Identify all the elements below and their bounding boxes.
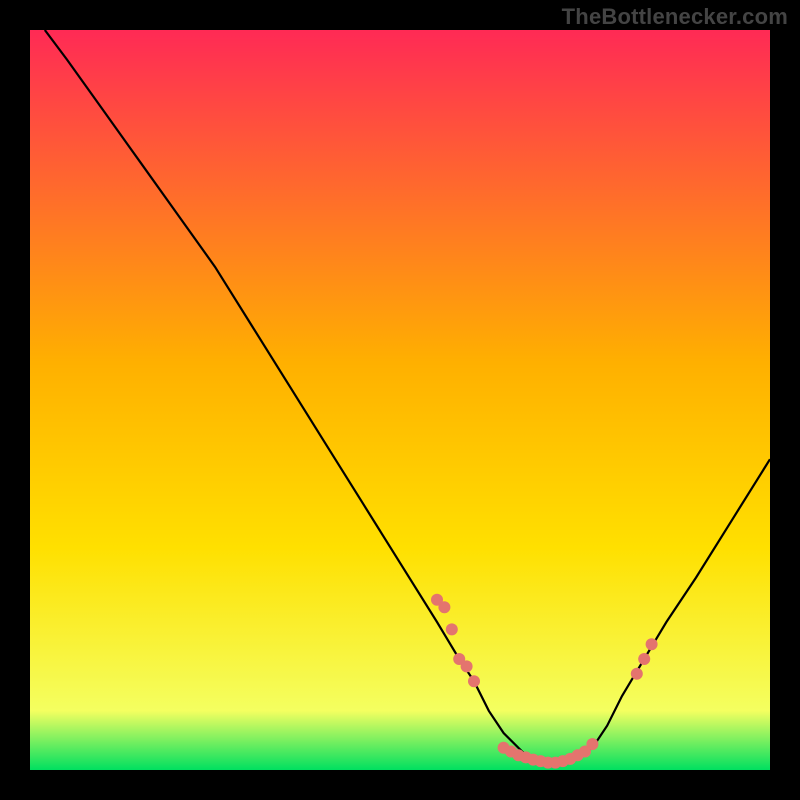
marker-point [631, 668, 643, 680]
marker-point [461, 660, 473, 672]
marker-point [438, 601, 450, 613]
gradient-background [30, 30, 770, 770]
marker-point [646, 638, 658, 650]
marker-point [586, 738, 598, 750]
marker-point [638, 653, 650, 665]
attribution-text: TheBottlenecker.com [562, 4, 788, 30]
marker-point [446, 623, 458, 635]
chart-frame: TheBottlenecker.com [0, 0, 800, 800]
bottleneck-chart [30, 30, 770, 770]
marker-point [468, 675, 480, 687]
plot-area [30, 30, 770, 770]
